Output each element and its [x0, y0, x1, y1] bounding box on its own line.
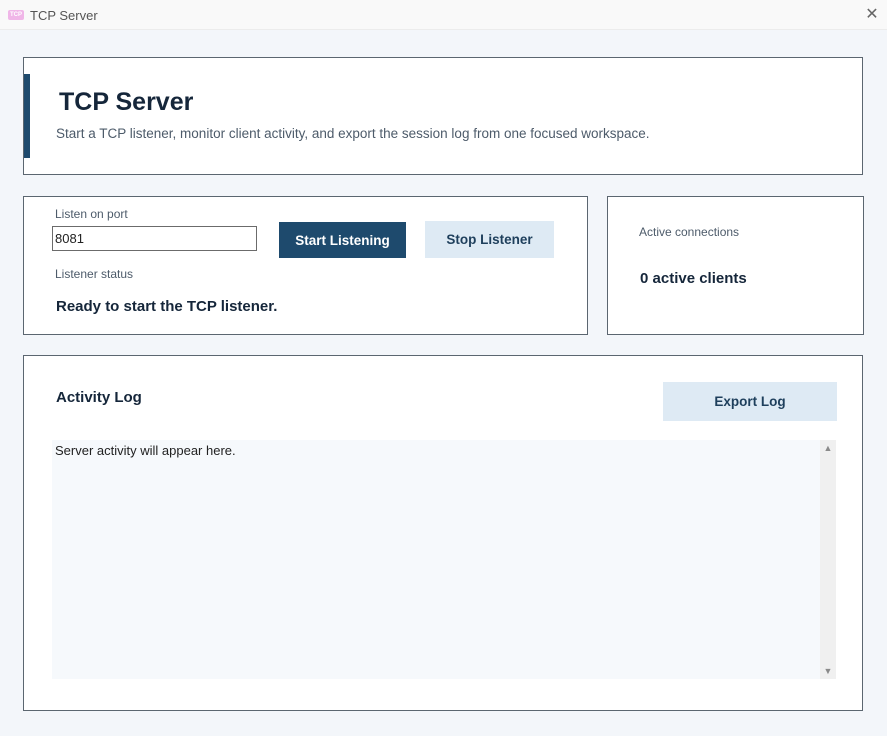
accent-bar — [24, 74, 30, 158]
status-text: Ready to start the TCP listener. — [56, 298, 278, 315]
port-input[interactable] — [52, 226, 257, 251]
window-title: TCP Server — [30, 8, 98, 23]
start-listening-button[interactable]: Start Listening — [279, 222, 406, 258]
connections-panel: Active connections 0 active clients — [607, 196, 864, 335]
export-log-button[interactable]: Export Log — [663, 382, 837, 421]
page-title: TCP Server — [59, 88, 194, 116]
listener-controls-panel: Listen on port Start Listening Stop List… — [23, 196, 588, 335]
activity-log-textarea[interactable]: Server activity will appear here. ▲ ▼ — [52, 440, 836, 679]
log-content: Server activity will appear here. — [55, 443, 236, 458]
status-label: Listener status — [55, 267, 134, 281]
activity-log-title: Activity Log — [56, 389, 142, 406]
title-bar: TCP TCP Server ✕ — [0, 0, 887, 30]
connections-count: 0 active clients — [640, 270, 747, 287]
close-button[interactable]: ✕ — [860, 4, 884, 26]
port-label: Listen on port — [55, 207, 128, 221]
scroll-down-arrow-icon[interactable]: ▼ — [820, 663, 836, 679]
scroll-up-arrow-icon[interactable]: ▲ — [820, 440, 836, 456]
log-scrollbar[interactable]: ▲ ▼ — [820, 440, 836, 679]
header-panel: TCP Server Start a TCP listener, monitor… — [23, 57, 863, 175]
connections-label: Active connections — [639, 225, 740, 239]
stop-listener-button[interactable]: Stop Listener — [425, 221, 554, 258]
activity-log-panel: Activity Log Export Log Server activity … — [23, 355, 863, 711]
page-subtitle: Start a TCP listener, monitor client act… — [56, 126, 650, 141]
app-icon: TCP — [8, 10, 24, 20]
